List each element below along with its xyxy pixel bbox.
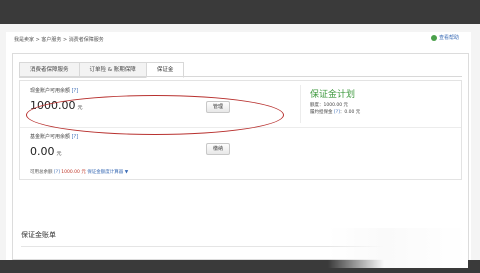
total-value: 1000.00 元: [61, 170, 86, 175]
chevron-down-icon[interactable]: ▼: [125, 170, 128, 175]
vertical-divider: [300, 85, 301, 123]
total-hint[interactable]: [?]: [54, 170, 60, 175]
fund-amount-unit: 元: [56, 151, 62, 157]
fund-account-label: 基金账户可用余额 [?]: [30, 133, 78, 140]
frozen-label: 履约担保金: [310, 110, 333, 115]
page: 我是卖家 > 客户服务 > 消费者保障服务 查看帮助 消费者保障服务 订单险 &…: [6, 32, 471, 268]
manage-button[interactable]: 管理: [206, 101, 231, 113]
breadcrumb[interactable]: 我是卖家 > 客户服务 > 消费者保障服务: [14, 36, 104, 43]
fund-account-amount: 0.00 元: [30, 145, 62, 158]
guarantee-frozen: 履约担保金 [?]：0.00 元: [310, 109, 360, 115]
guarantee-title: 保证金计划: [310, 90, 356, 100]
calculator-link[interactable]: 保证金额度计算器: [87, 170, 123, 175]
browser-content: 我是卖家 > 客户服务 > 消费者保障服务 查看帮助 消费者保障服务 订单险 &…: [0, 24, 480, 268]
tab-bar: 消费者保障服务 订单险 & 账期保障 保证金: [19, 62, 185, 78]
cash-account-label: 现金账户可用余额 [?]: [30, 87, 78, 94]
cash-amount-unit: 元: [77, 105, 83, 111]
cash-amount-value: 1000.00: [30, 99, 76, 112]
pay-button[interactable]: 缴纳: [206, 143, 231, 155]
row-divider: [20, 127, 461, 128]
help-label[interactable]: 查看帮助: [439, 34, 459, 41]
fund-amount-value: 0.00: [30, 145, 55, 158]
help-icon: [430, 34, 437, 41]
help-link[interactable]: 查看帮助: [430, 34, 459, 41]
watermark-blur: [328, 228, 468, 268]
total-label: 可用总余额: [30, 170, 53, 175]
tab-divider: [19, 76, 462, 77]
guarantee-quota: 额度：1000.00 元: [310, 102, 348, 108]
frozen-value: ：0.00 元: [339, 110, 361, 115]
section-title: 保证金账单: [21, 231, 56, 239]
fund-account-label-text: 基金账户可用余额: [30, 134, 71, 140]
quota-label: 额度：: [310, 103, 324, 108]
fund-account-hint[interactable]: [?]: [72, 134, 79, 140]
cash-account-hint[interactable]: [?]: [72, 88, 79, 94]
cash-account-label-text: 现金账户可用余额: [30, 88, 71, 94]
total-balance: 可用总余额 [?] 1000.00 元 保证金额度计算器 ▼: [30, 169, 128, 175]
main-card: 消费者保障服务 订单险 & 账期保障 保证金 现金账户可用余额 [?] 1000…: [12, 53, 469, 268]
cash-account-amount: 1000.00 元: [30, 99, 83, 112]
quota-value: 1000.00 元: [323, 103, 349, 108]
deposit-panel: 现金账户可用余额 [?] 1000.00 元 管理 保证金计划 额度：1000.0…: [19, 80, 462, 180]
